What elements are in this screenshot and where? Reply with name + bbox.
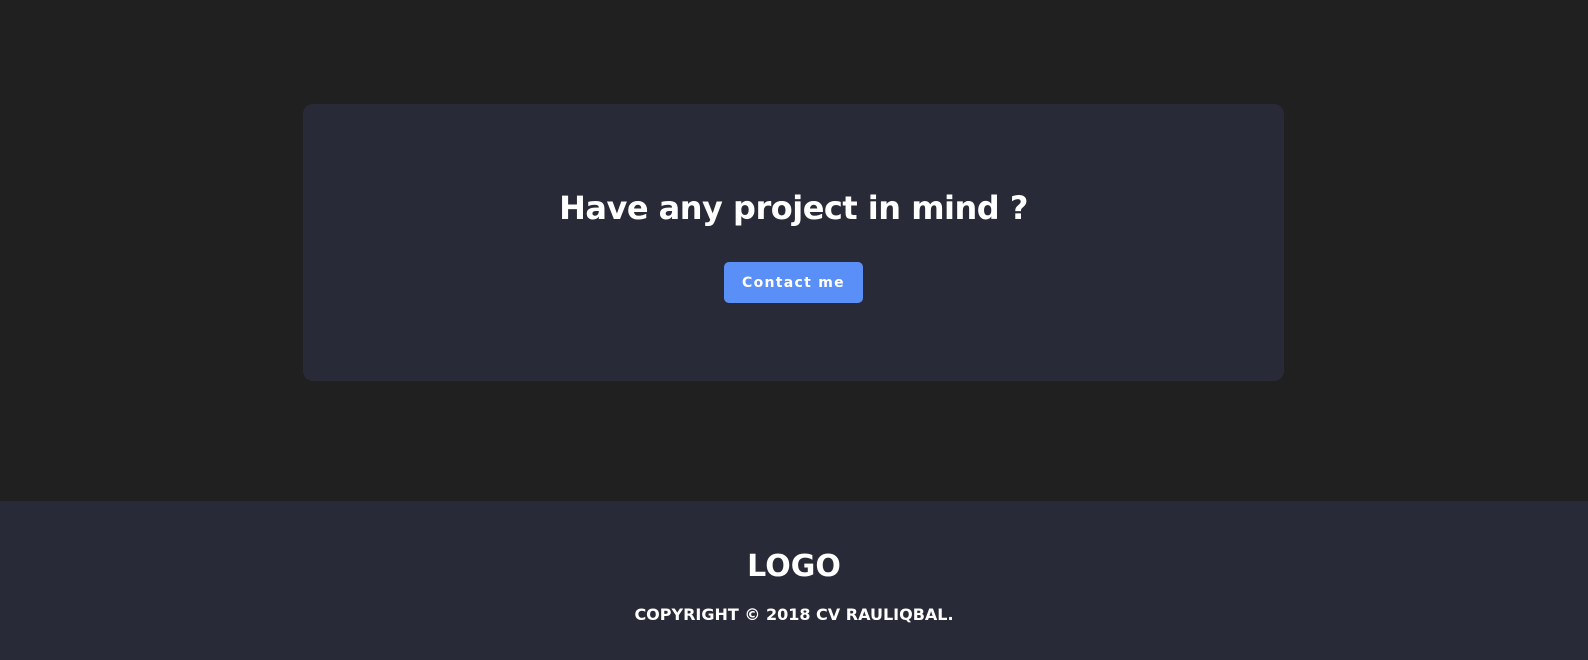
cta-section: Have any project in mind ? Contact me xyxy=(0,0,1588,501)
copyright-text: COPYRIGHT © 2018 CV RAULIQBAL. xyxy=(634,605,954,624)
page: Have any project in mind ? Contact me LO… xyxy=(0,0,1588,660)
contact-me-button[interactable]: Contact me xyxy=(724,262,863,303)
footer-logo[interactable]: LOGO xyxy=(0,549,1588,585)
footer: LOGO COPYRIGHT © 2018 CV RAULIQBAL. xyxy=(0,501,1588,660)
cta-heading: Have any project in mind ? xyxy=(559,189,1028,227)
cta-card: Have any project in mind ? Contact me xyxy=(303,104,1284,381)
